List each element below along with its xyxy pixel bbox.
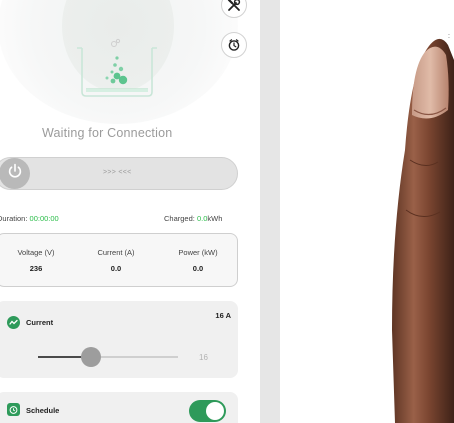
duration-value: 00:00:00	[29, 214, 59, 223]
charged-readout: Charged: 0.0kWh	[164, 214, 222, 223]
current-card-title: Current	[26, 318, 54, 327]
alarm-clock-icon	[7, 403, 20, 416]
tools-icon	[227, 0, 241, 12]
wave-icon	[7, 316, 20, 329]
schedule-toggle[interactable]	[189, 400, 226, 422]
schedule-card: Schedule	[0, 392, 238, 423]
charging-beaker-icon	[77, 34, 157, 103]
power-metric: Power (kW) 0.0	[163, 248, 233, 273]
metric-label: Current (A)	[97, 248, 135, 257]
charged-value: 0.0	[196, 214, 208, 223]
schedule-card-title: Schedule	[26, 406, 60, 415]
svg-text::: :	[448, 33, 450, 40]
charged-label: Charged:	[164, 214, 195, 223]
current-slider-max: 16	[199, 353, 208, 362]
current-limit-value: 16 A	[215, 311, 231, 320]
timer-icon	[227, 38, 241, 52]
thumb-photo: :	[392, 33, 454, 423]
current-card: Current 16 A 16	[0, 301, 238, 378]
duration-label: Duration:	[0, 214, 28, 223]
metric-value: 0.0	[192, 264, 204, 273]
duration-readout: Duration: 00:00:00	[0, 214, 59, 223]
timer-button[interactable]	[221, 32, 247, 58]
camera-preview: :	[280, 0, 454, 423]
panel-divider	[260, 0, 280, 423]
power-icon	[6, 162, 24, 185]
schedule-toggle-knob	[206, 402, 224, 420]
voltage-metric: Voltage (V) 236	[1, 248, 71, 273]
charger-app-panel: Waiting for Connection >>> <<< Duration:…	[0, 0, 260, 423]
metrics-panel: Voltage (V) 236 Current (A) 0.0 Power (k…	[0, 233, 238, 287]
metric-label: Voltage (V)	[17, 248, 55, 257]
metric-label: Power (kW)	[178, 248, 218, 257]
current-metric: Current (A) 0.0	[81, 248, 151, 273]
current-slider-thumb[interactable]	[81, 347, 102, 367]
metric-value: 236	[29, 264, 43, 273]
charged-unit: kWh	[207, 214, 223, 223]
slide-to-start-knob[interactable]	[0, 158, 30, 189]
connection-status-text: Waiting for Connection	[42, 126, 173, 140]
swipe-hint: >>> <<<	[103, 169, 132, 176]
metric-value: 0.0	[110, 264, 122, 273]
